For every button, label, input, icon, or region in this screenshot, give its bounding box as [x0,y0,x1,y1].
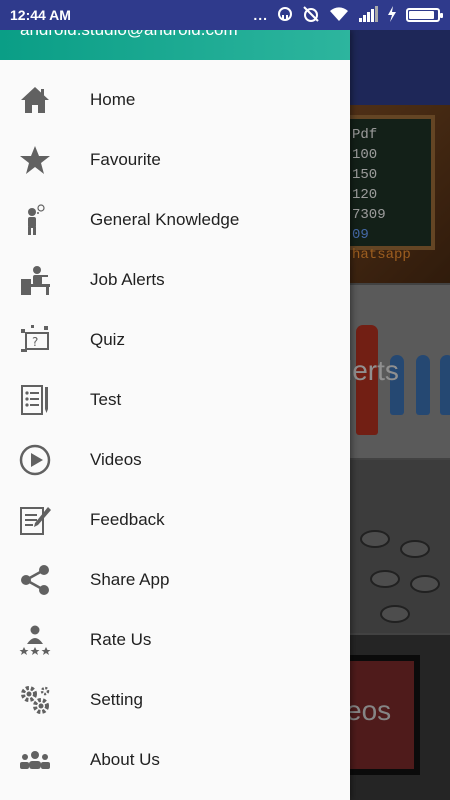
menu-item-label: Feedback [90,510,165,529]
user-email: android.studio@android.com [20,30,238,40]
drawer-header: android.studio@android.com [0,30,350,60]
menu-item-label: Rate Us [90,630,152,649]
scrim-overlay[interactable] [350,30,450,800]
menu-item-label: Home [90,90,136,109]
menu-item-rate-us[interactable]: Rate Us [0,610,350,670]
status-bar: 12:44 AM ... [0,0,450,30]
group-icon [0,743,90,777]
menu-item-label: Quiz [90,330,125,349]
navigation-drawer: android.studio@android.com Home Favourit… [0,30,350,800]
battery-icon [406,8,443,22]
menu-item-general-knowledge[interactable]: General Knowledge [0,190,350,250]
svg-text:?: ? [32,335,38,349]
status-time: 12:44 AM [10,7,71,23]
menu-item-setting[interactable]: Setting [0,670,350,730]
menu-item-job-alerts[interactable]: Job Alerts [0,250,350,310]
menu-item-label: Share App [90,570,170,589]
feedback-icon [0,503,90,537]
test-sheet-icon [0,383,90,417]
menu-item-label: Job Alerts [90,270,165,289]
drawer-menu: Home Favourite General Knowledge Job Ale… [0,60,350,790]
rate-icon [0,623,90,657]
menu-item-test[interactable]: Test [0,370,350,430]
menu-item-share-app[interactable]: Share App [0,550,350,610]
menu-item-label: Test [90,390,122,409]
menu-item-videos[interactable]: Videos [0,430,350,490]
gears-icon [0,683,90,717]
menu-item-label: General Knowledge [90,210,240,229]
menu-item-label: Favourite [90,150,161,169]
menu-item-label: Setting [90,690,143,709]
overflow-dots: ... [253,7,268,23]
quiz-icon: ? [0,323,90,357]
signal-icon [358,5,378,25]
wifi-icon [329,6,349,25]
menu-item-home[interactable]: Home [0,70,350,130]
play-circle-icon [0,443,90,477]
home-icon [0,83,90,117]
menu-item-label: About Us [90,750,160,769]
headset-icon [277,6,293,25]
menu-item-feedback[interactable]: Feedback [0,490,350,550]
menu-item-about-us[interactable]: About Us [0,730,350,790]
thinking-person-icon [0,203,90,237]
menu-item-quiz[interactable]: ? Quiz [0,310,350,370]
menu-item-favourite[interactable]: Favourite [0,130,350,190]
desk-worker-icon [0,263,90,297]
share-icon [0,563,90,597]
alarm-off-icon [302,5,320,26]
charging-icon [387,5,397,25]
menu-item-label: Videos [90,450,142,469]
star-icon [0,143,90,177]
